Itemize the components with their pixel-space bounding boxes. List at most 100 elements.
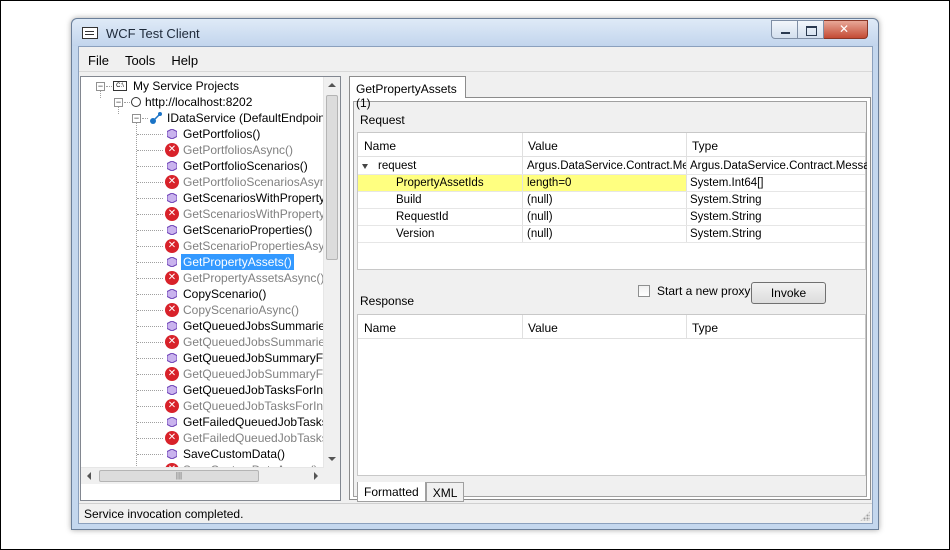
tab-xml[interactable]: XML (425, 482, 465, 502)
tree-method-item[interactable]: ✕ GetFailedQueuedJobTasksFor (165, 430, 324, 446)
error-icon: ✕ (165, 271, 179, 285)
tree-method-item[interactable]: SaveCustomData() (165, 446, 324, 462)
request-row[interactable]: PropertyAssetIds length=0 System.Int64[] (358, 175, 865, 192)
tree-method-item[interactable]: GetPortfolios() (165, 126, 324, 142)
tree-line (137, 390, 163, 391)
tree-method-label: GetPropertyAssetsAsync() (183, 271, 324, 285)
tree-endpoint-label: http://localhost:8202 (145, 95, 253, 109)
tree-method-item[interactable]: ✕ GetQueuedJobSummaryForInt (165, 366, 324, 382)
request-grid[interactable]: Name Value Type request Argus.DataService… (357, 132, 867, 270)
method-icon (167, 161, 177, 171)
request-row[interactable]: Build (null) System.String (358, 192, 865, 209)
tree-vertical-scrollbar[interactable] (323, 77, 340, 467)
request-row[interactable]: request Argus.DataService.Contract.Mess Ar… (358, 158, 867, 175)
invoke-button[interactable]: Invoke (751, 282, 826, 304)
maximize-button[interactable] (798, 20, 824, 39)
tree-service-label: IDataService (DefaultEndpoint) (167, 111, 324, 125)
tree-method-label: GetScenarioProperties() (183, 223, 313, 237)
method-icon (167, 193, 177, 203)
method-icon (167, 385, 177, 395)
tab-get-property-assets[interactable]: GetPropertyAssets (1) (349, 76, 466, 110)
tree-method-label: GetScenariosWithPropertyAss (183, 191, 324, 205)
tree-method-item[interactable]: GetScenarioProperties() (165, 222, 324, 238)
method-icon (167, 449, 177, 459)
tree-method-label: GetFailedQueuedJobTasksFor (183, 415, 324, 429)
scroll-corner (324, 467, 340, 484)
tree-method-item[interactable]: ✕ CopyScenarioAsync() (165, 302, 324, 318)
tree-method-item[interactable]: GetQueuedJobsSummariesFor (165, 318, 324, 334)
tree-method-item[interactable]: GetQueuedJobSummaryForInt (165, 350, 324, 366)
request-row[interactable]: RequestId (null) System.String (358, 209, 865, 226)
tree-line (137, 422, 163, 423)
scroll-right-icon[interactable] (314, 472, 318, 480)
expander-collapse[interactable]: − (96, 82, 105, 91)
method-icon (167, 321, 177, 331)
scroll-up-icon[interactable] (328, 83, 336, 87)
tree-line (142, 118, 148, 119)
cell-value: (null) (527, 228, 553, 240)
column-value: Value (528, 321, 558, 335)
tree-line (137, 262, 163, 263)
menu-tools[interactable]: Tools (117, 47, 163, 71)
tree-line (137, 278, 163, 279)
globe-icon (131, 97, 141, 107)
response-grid[interactable]: Name Value Type (357, 314, 866, 476)
tab-formatted[interactable]: Formatted (357, 482, 426, 502)
tree-line (137, 198, 163, 199)
column-name: Name (364, 321, 397, 335)
app-icon (82, 27, 98, 39)
tree-method-label: GetPortfolios() (183, 127, 261, 141)
method-icon (167, 417, 177, 427)
tree-method-label: GetPortfoliosAsync() (183, 143, 294, 157)
tree-method-item[interactable]: ✕ GetQueuedJobsSummariesFor (165, 334, 324, 350)
tree-method-item[interactable]: ✕ GetScenariosWithPropertyAss (165, 206, 324, 222)
error-icon: ✕ (165, 335, 179, 349)
request-grid-header: Name Value Type (358, 133, 865, 157)
menu-help[interactable]: Help (163, 47, 206, 71)
expander-collapse[interactable]: − (114, 98, 123, 107)
method-icon (167, 225, 177, 235)
tree-method-item[interactable]: ✕ GetScenarioPropertiesAsync() (165, 238, 324, 254)
tree-method-item[interactable]: GetFailedQueuedJobTasksFor (165, 414, 324, 430)
tree-horizontal-scrollbar[interactable]: ||| (81, 467, 324, 484)
close-button[interactable] (824, 20, 868, 39)
status-text: Service invocation completed. (84, 507, 244, 521)
project-icon: C:\ (113, 81, 127, 91)
tree-method-item[interactable]: ✕ GetQueuedJobTasksForIntegr (165, 398, 324, 414)
error-icon: ✕ (165, 143, 179, 157)
tree-line (124, 102, 130, 103)
menu-file[interactable]: File (79, 47, 117, 71)
cell-value: length=0 (523, 175, 686, 191)
start-new-proxy-checkbox[interactable] (638, 285, 650, 297)
response-grid-header: Name Value Type (358, 315, 865, 339)
column-separator (522, 315, 523, 339)
tree-line (137, 134, 163, 135)
tree-line (106, 86, 112, 87)
tree-line (137, 358, 163, 359)
tree-method-item[interactable]: GetQueuedJobTasksForIntegr (165, 382, 324, 398)
tree-method-item[interactable]: ✕ GetPortfolioScenariosAsync() (165, 174, 324, 190)
tree-method-item[interactable]: GetPropertyAssets() (165, 254, 324, 270)
column-separator (686, 315, 687, 339)
tree-method-item[interactable]: GetScenariosWithPropertyAss (165, 190, 324, 206)
title-bar[interactable]: WCF Test Client (72, 19, 878, 46)
service-tree[interactable]: − C:\ My Service Projects − http://local… (80, 76, 341, 501)
resize-grip-icon[interactable] (860, 511, 870, 521)
tree-method-item[interactable]: ✕ GetPropertyAssetsAsync() (165, 270, 324, 286)
cell-type: Argus.DataService.Contract.Message (690, 160, 867, 172)
tree-method-item[interactable]: ✕ GetPortfoliosAsync() (165, 142, 324, 158)
tree-method-item[interactable]: CopyScenario() (165, 286, 324, 302)
tree-method-item[interactable]: GetPortfolioScenarios() (165, 158, 324, 174)
scroll-thumb[interactable] (326, 95, 338, 260)
expander-collapse[interactable]: − (132, 114, 141, 123)
error-icon: ✕ (165, 399, 179, 413)
minimize-button[interactable] (771, 20, 798, 39)
request-label: Request (360, 113, 405, 127)
cell-name: Build (396, 194, 422, 206)
tree-line (137, 310, 163, 311)
tree-method-label: GetScenarioPropertiesAsync() (183, 239, 324, 253)
scroll-down-icon[interactable] (328, 457, 336, 461)
scroll-left-icon[interactable] (87, 472, 91, 480)
request-row[interactable]: Version (null) System.String (358, 226, 865, 243)
scroll-thumb[interactable]: ||| (99, 470, 259, 482)
